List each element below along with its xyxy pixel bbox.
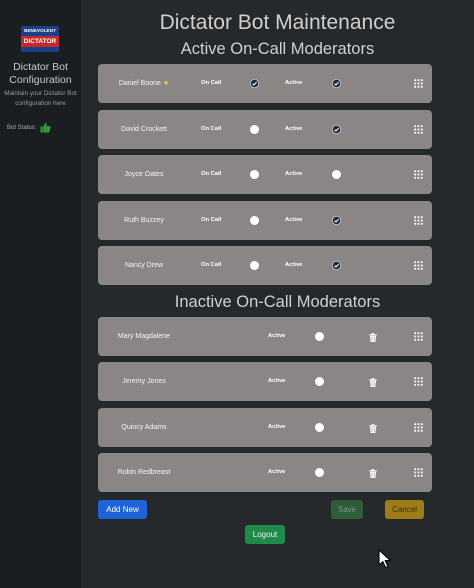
logo-bottom-text: DICTATOR (21, 36, 59, 47)
active-section-heading: Active On-Call Moderators (180, 40, 375, 58)
drag-handle-icon[interactable] (414, 422, 423, 432)
inactive-section-heading: Inactive On-Call Moderators (174, 293, 381, 311)
sidebar-title: Dictator Bot Configuration (9, 61, 72, 86)
checked-checkbox-icon[interactable] (332, 215, 341, 225)
active-moderator-row[interactable]: Daniel Boone ★ On Call Active (98, 64, 432, 103)
save-button[interactable]: Save (331, 500, 363, 519)
moderator-name: Robin Redbreast (117, 468, 171, 476)
page-title: Dictator Bot Maintenance (159, 11, 396, 34)
unchecked-checkbox-icon[interactable] (315, 332, 324, 341)
moderator-name: Quincy Adams (121, 423, 167, 431)
inactive-moderator-row[interactable]: Robin Redbreast Active (98, 452, 432, 492)
drag-handle-icon[interactable] (414, 468, 423, 477)
active-label: Active (285, 80, 303, 86)
unchecked-checkbox-icon[interactable] (315, 377, 324, 387)
on-call-label: On Call (201, 80, 222, 86)
active-label: Active (285, 125, 303, 132)
active-label: Active (285, 216, 303, 223)
active-moderator-row[interactable]: Joyce Oates On Call Active (98, 155, 432, 194)
drag-handle-icon[interactable] (414, 332, 423, 341)
checked-checkbox-icon[interactable] (332, 79, 341, 88)
moderator-name: David Crockett (121, 125, 167, 133)
trash-icon[interactable] (369, 378, 377, 388)
active-label: Active (268, 423, 286, 430)
inactive-moderator-row[interactable]: Jeremy Jones Active (98, 362, 432, 402)
drag-handle-icon[interactable] (414, 377, 423, 386)
add-new-button[interactable]: Add New (98, 500, 147, 519)
active-label: Active (285, 262, 303, 268)
moderator-name: Jeremy Jones (122, 378, 166, 386)
drag-handle-icon[interactable] (414, 261, 423, 270)
inactive-moderator-row[interactable]: Mary Magdalene Active (98, 317, 432, 356)
active-label: Active (285, 171, 303, 177)
inactive-moderator-row[interactable]: Quincy Adams Active (98, 407, 432, 447)
bot-status: Bot Status: (7, 122, 51, 133)
moderator-name: Mary Magdalene (117, 333, 171, 340)
active-moderator-row[interactable]: Nancy Drew On Call Active (98, 246, 432, 285)
drag-handle-icon[interactable] (414, 215, 423, 225)
trash-icon[interactable] (369, 468, 377, 478)
star-icon: ★ (160, 80, 170, 87)
unchecked-checkbox-icon[interactable] (250, 215, 259, 225)
drag-handle-icon[interactable] (414, 170, 423, 179)
checked-checkbox-icon[interactable] (332, 124, 341, 134)
unchecked-checkbox-icon[interactable] (250, 124, 259, 134)
moderator-name: Ruth Buzzey (124, 216, 164, 224)
active-moderator-row[interactable]: David Crockett On Call Active (98, 109, 432, 149)
mouse-cursor-icon (378, 549, 391, 569)
cancel-button[interactable]: Cancel (385, 500, 424, 519)
sidebar-description: Maintain your Dictator Bot configuration… (4, 90, 77, 107)
unchecked-checkbox-icon[interactable] (250, 170, 259, 179)
logout-button[interactable]: Logout (245, 525, 285, 544)
logo-top-text: BENEVOLENT (24, 28, 56, 33)
trash-icon[interactable] (369, 333, 377, 342)
on-call-label: On Call (201, 262, 222, 268)
on-call-label: On Call (201, 216, 222, 223)
active-label: Active (268, 468, 286, 475)
active-moderator-row[interactable]: Ruth Buzzey On Call Active (98, 200, 432, 240)
thumbs-up-icon (40, 122, 51, 133)
on-call-label: On Call (201, 171, 222, 177)
drag-handle-icon[interactable] (414, 79, 423, 88)
moderator-name: Nancy Drew (124, 262, 164, 269)
active-label: Active (268, 333, 286, 339)
checked-checkbox-icon[interactable] (250, 79, 259, 88)
active-label: Active (268, 378, 286, 385)
drag-handle-icon[interactable] (414, 124, 423, 134)
unchecked-checkbox-icon[interactable] (332, 170, 341, 179)
unchecked-checkbox-icon[interactable] (315, 422, 324, 432)
bot-status-label: Bot Status: (7, 125, 37, 132)
moderator-name: Daniel Boone ★ (118, 80, 170, 87)
checked-checkbox-icon[interactable] (332, 261, 341, 270)
moderator-name: Joyce Oates (124, 171, 164, 178)
unchecked-checkbox-icon[interactable] (250, 261, 259, 270)
sidebar: BENEVOLENT DICTATOR Dictator Bot Configu… (0, 0, 81, 588)
unchecked-checkbox-icon[interactable] (315, 467, 324, 477)
trash-icon[interactable] (369, 423, 377, 433)
benevolent-dictator-logo: BENEVOLENT DICTATOR (21, 26, 59, 52)
on-call-label: On Call (201, 125, 222, 132)
